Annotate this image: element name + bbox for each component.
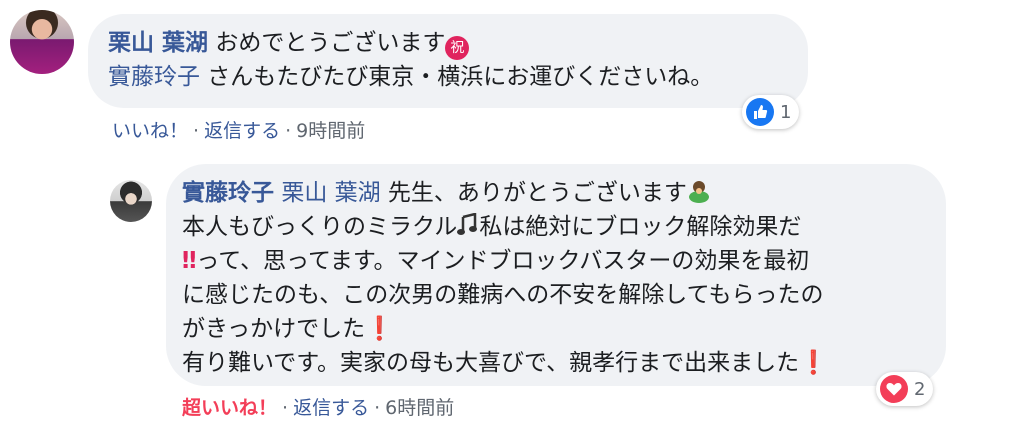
reply-line-2: 本人もびっくりのミラクル 私は絶対にブロック解除効果だ: [182, 212, 801, 245]
music-note-emoji-icon: [457, 212, 479, 245]
timestamp[interactable]: 9時間前: [296, 120, 365, 142]
mention-link[interactable]: 實藤玲子: [108, 64, 200, 90]
like-button[interactable]: いいね！: [112, 120, 188, 142]
reply-button[interactable]: 返信する: [204, 120, 280, 142]
reply-text: 先生、ありがとうございます: [380, 180, 687, 206]
reply-text: に感じたのも、この次男の難病への不安を解除してもらったの: [182, 282, 824, 308]
reply-actions: 超いいね！ · 返信する · 6時間前: [182, 393, 454, 420]
reply-text: 本人もびっくりのミラクル: [182, 214, 458, 240]
comment-actions: いいね！ · 返信する · 9時間前: [112, 116, 365, 143]
celebrate-emoji-icon: 祝: [445, 36, 470, 60]
reaction-count: 2: [914, 378, 926, 400]
separator: ·: [193, 120, 200, 142]
like-thumb-icon: [746, 98, 774, 126]
comment-text: さんもたびたび東京・横浜にお運びくださいね。: [200, 64, 714, 90]
reply-text: 有り難いです。実家の母も大喜びで、親孝行まで出来ました: [182, 350, 800, 376]
separator: ·: [285, 120, 292, 142]
exclamation-emoji-icon: ❗: [365, 316, 394, 342]
reply-text: って、思ってます。マインドブロックバスターの効果を最初: [196, 248, 810, 274]
comment-line-1: 栗山 葉湖 おめでとうございます祝: [108, 28, 470, 60]
reply-text: がきっかけでした: [182, 316, 366, 342]
separator: ·: [374, 397, 381, 419]
reply-line-3: ‼って、思ってます。マインドブロックバスターの効果を最初: [182, 246, 809, 276]
reaction-count: 1: [780, 101, 792, 123]
reply-line-1: 實藤玲子 栗山 葉湖 先生、ありがとうございます: [182, 178, 711, 211]
comment-line-2: 實藤玲子 さんもたびたび東京・横浜にお運びくださいね。: [108, 62, 713, 92]
exclamation-emoji-icon: ❗: [799, 350, 828, 376]
timestamp[interactable]: 6時間前: [385, 397, 454, 419]
avatar-saneto[interactable]: [110, 180, 152, 222]
reply-button[interactable]: 返信する: [293, 397, 369, 419]
heart-icon: [880, 375, 908, 403]
reply-author[interactable]: 實藤玲子: [182, 180, 274, 206]
comment-bubble: 栗山 葉湖 おめでとうございます祝 實藤玲子 さんもたびたび東京・横浜にお運びく…: [88, 14, 808, 108]
reaction-summary[interactable]: 2: [876, 372, 934, 406]
reply-text: 私は絶対にブロック解除効果だ: [479, 214, 802, 240]
reply-bubble: 實藤玲子 栗山 葉湖 先生、ありがとうございます 本人もびっくりのミラクル 私は絶…: [166, 164, 946, 386]
separator: ·: [282, 397, 289, 419]
double-exclamation-emoji-icon: ‼: [182, 248, 197, 274]
mention-link[interactable]: 栗山 葉湖: [281, 180, 380, 206]
reply-line-5: がきっかけでした❗: [182, 314, 394, 344]
love-button[interactable]: 超いいね！: [182, 397, 277, 419]
bowing-person-emoji-icon: [687, 179, 711, 211]
comment-author[interactable]: 栗山 葉湖: [108, 30, 208, 56]
comment-text: おめでとうございます: [208, 30, 446, 56]
reaction-summary[interactable]: 1: [742, 95, 800, 129]
reply-line-6: 有り難いです。実家の母も大喜びで、親孝行まで出来ました❗: [182, 348, 828, 378]
avatar-kuriyama[interactable]: [10, 10, 74, 74]
reply-line-4: に感じたのも、この次男の難病への不安を解除してもらったの: [182, 280, 823, 310]
